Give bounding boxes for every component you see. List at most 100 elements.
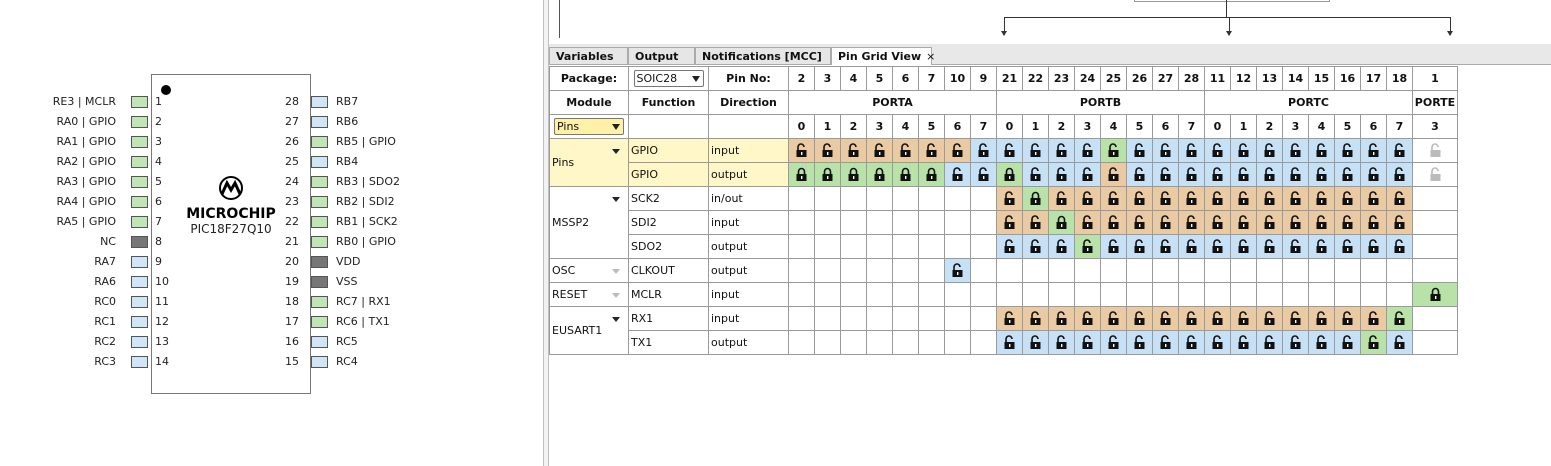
pin-grid-cell-unlocked[interactable] — [1230, 162, 1257, 187]
pin-grid-cell-unlocked[interactable] — [944, 258, 971, 283]
tab-variables[interactable]: Variables — [549, 47, 628, 64]
pin-grid-cell-unlocked[interactable] — [1334, 306, 1361, 331]
pin-grid-cell-unlocked[interactable] — [1048, 234, 1075, 259]
pin-status-box[interactable] — [131, 276, 148, 288]
pin-grid-cell-locked[interactable] — [1022, 186, 1049, 211]
pin-grid-cell-unlocked[interactable] — [1048, 162, 1075, 187]
pin-grid-cell-unlocked[interactable] — [1256, 330, 1283, 355]
pin-grid-cell-unlocked[interactable] — [1152, 306, 1179, 331]
pin-grid-cell-unlocked[interactable] — [1178, 234, 1205, 259]
pin-grid-cell-unlocked[interactable] — [970, 162, 997, 187]
pin-grid-cell-unlocked[interactable] — [1386, 210, 1413, 235]
pin-grid-cell-locked[interactable] — [918, 162, 945, 187]
pin-grid-cell-unlocked[interactable] — [1100, 306, 1127, 331]
pin-status-box[interactable] — [131, 136, 148, 148]
tab-notifications[interactable]: Notifications [MCC] — [695, 47, 831, 64]
pin-grid-cell-unlocked[interactable] — [1308, 162, 1335, 187]
pin-grid-cell-unlocked[interactable] — [1100, 210, 1127, 235]
pin-grid-cell-unlocked[interactable] — [1178, 138, 1205, 163]
pin-grid-cell-unlocked[interactable] — [1308, 138, 1335, 163]
pin-grid-cell-unlocked[interactable] — [1074, 210, 1101, 235]
pin-grid-cell-selected[interactable] — [1074, 234, 1101, 259]
pin-grid-cell-unlocked[interactable] — [1230, 186, 1257, 211]
pin-grid-cell-unlocked[interactable] — [1334, 330, 1361, 355]
pin-grid-cell-unlocked[interactable] — [1334, 186, 1361, 211]
pin-grid-cell-unlocked[interactable] — [1386, 186, 1413, 211]
pin-grid-cell-unlocked[interactable] — [1386, 162, 1413, 187]
pin-grid-cell-unlocked[interactable] — [1074, 306, 1101, 331]
pin-grid-cell-unlocked[interactable] — [1178, 210, 1205, 235]
pin-status-box[interactable] — [131, 316, 148, 328]
pin-grid-cell-unlocked[interactable] — [1308, 234, 1335, 259]
module-cell-pins[interactable]: Pins — [549, 138, 629, 187]
pin-status-box[interactable] — [311, 196, 328, 208]
pin-grid-cell-unlocked[interactable] — [1100, 234, 1127, 259]
chevron-down-icon[interactable] — [612, 269, 620, 274]
pin-grid-cell-unlocked[interactable] — [1022, 234, 1049, 259]
module-cell-eusart1[interactable]: EUSART1 — [549, 306, 629, 355]
pin-grid-cell-unlocked[interactable] — [1386, 234, 1413, 259]
pin-grid-cell-unlocked[interactable] — [1282, 306, 1309, 331]
pin-grid-cell-unlocked[interactable] — [1230, 330, 1257, 355]
pin-grid-cell-unlocked[interactable] — [1334, 234, 1361, 259]
pin-grid-cell-unlocked[interactable] — [1126, 210, 1153, 235]
pin-status-box[interactable] — [311, 156, 328, 168]
pin-status-box[interactable] — [311, 336, 328, 348]
pin-status-box[interactable] — [131, 336, 148, 348]
pin-grid-cell-unlocked[interactable] — [1178, 330, 1205, 355]
pin-grid-cell-unlocked[interactable] — [1308, 186, 1335, 211]
pin-grid-cell-unlocked[interactable] — [970, 138, 997, 163]
pin-grid-cell-unlocked[interactable] — [1282, 210, 1309, 235]
pin-status-box[interactable] — [311, 316, 328, 328]
pin-grid-cell-unlocked[interactable] — [1048, 138, 1075, 163]
pin-status-box[interactable] — [311, 216, 328, 228]
pin-grid-cell-unlocked[interactable] — [1282, 186, 1309, 211]
pin-grid-cell-unlocked[interactable] — [1282, 138, 1309, 163]
pin-grid-cell-unlocked[interactable] — [814, 138, 841, 163]
pin-grid-cell-unlocked[interactable] — [1334, 138, 1361, 163]
pin-grid-cell-unlocked[interactable] — [1282, 330, 1309, 355]
pin-grid-cell-locked[interactable] — [788, 162, 815, 187]
pin-grid-cell-unlocked[interactable] — [1360, 210, 1387, 235]
pin-grid-cell-unlocked[interactable] — [1074, 138, 1101, 163]
pin-grid-cell-unlocked[interactable] — [1334, 210, 1361, 235]
pin-grid-cell-unlocked[interactable] — [1360, 186, 1387, 211]
pin-grid-cell-unlocked[interactable] — [1126, 162, 1153, 187]
pin-status-box[interactable] — [311, 236, 328, 248]
pin-grid-cell-unlocked[interactable] — [1048, 330, 1075, 355]
pin-grid-cell-unlocked[interactable] — [1230, 234, 1257, 259]
pin-grid-cell-unlocked[interactable] — [996, 210, 1023, 235]
pin-status-box[interactable] — [131, 296, 148, 308]
pin-grid-cell-unlocked[interactable] — [1360, 234, 1387, 259]
pin-status-box[interactable] — [131, 116, 148, 128]
pin-grid-cell-unlocked[interactable] — [1178, 306, 1205, 331]
pin-grid-cell-unlocked[interactable] — [1204, 186, 1231, 211]
pin-grid-cell-unlocked[interactable] — [1360, 306, 1387, 331]
pin-grid-cell-unlocked[interactable] — [996, 234, 1023, 259]
pin-status-box[interactable] — [131, 356, 148, 368]
pin-status-box[interactable] — [311, 116, 328, 128]
pin-grid-cell-unlocked[interactable] — [1126, 306, 1153, 331]
pin-grid-cell-unlocked[interactable] — [1256, 234, 1283, 259]
pin-grid-cell-unlocked[interactable] — [1022, 210, 1049, 235]
pin-grid-cell-locked[interactable] — [866, 162, 893, 187]
pin-grid-cell-unlocked[interactable] — [1126, 234, 1153, 259]
pin-grid-cell-unlocked[interactable] — [866, 138, 893, 163]
pin-grid-cell-unlocked[interactable] — [1022, 138, 1049, 163]
tab-output[interactable]: Output — [628, 47, 695, 64]
module-filter-select[interactable]: Pins — [554, 118, 624, 135]
pin-grid-cell-unlocked[interactable] — [1386, 330, 1413, 355]
pin-grid-cell-unlocked[interactable] — [1204, 330, 1231, 355]
pin-grid-cell-unlocked[interactable] — [1152, 330, 1179, 355]
pin-grid-cell-unlocked[interactable] — [1308, 330, 1335, 355]
pin-grid-cell-unlocked[interactable] — [1334, 162, 1361, 187]
chevron-down-icon[interactable] — [612, 317, 620, 322]
pin-grid-cell-unlocked[interactable] — [1048, 306, 1075, 331]
pin-grid-cell-unlocked[interactable] — [1360, 162, 1387, 187]
pin-status-box[interactable] — [131, 216, 148, 228]
pin-grid-cell-locked[interactable] — [814, 162, 841, 187]
pin-grid-cell-selected[interactable] — [1386, 306, 1413, 331]
close-tab-icon[interactable]: × — [926, 50, 935, 63]
pin-status-box[interactable] — [311, 176, 328, 188]
chevron-down-icon[interactable] — [612, 197, 620, 202]
